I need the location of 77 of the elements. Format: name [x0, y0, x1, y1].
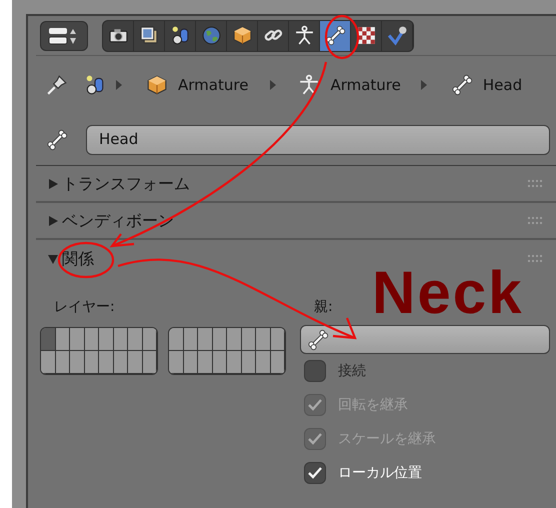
layer-toggle[interactable]: [212, 351, 227, 374]
layer-toggle[interactable]: [41, 328, 56, 351]
layer-toggle[interactable]: [56, 328, 70, 351]
panel-header[interactable]: トランスフォーム: [36, 166, 556, 203]
breadcrumb-label: Head: [482, 74, 522, 96]
layer-toggle[interactable]: [99, 351, 114, 374]
properties-tab[interactable]: [320, 20, 351, 50]
layer-toggle[interactable]: [198, 351, 212, 374]
layer-toggle[interactable]: [256, 351, 270, 374]
bone-name-field[interactable]: Head: [86, 124, 550, 154]
editor-type-dropdown[interactable]: [40, 20, 88, 50]
layer-toggle[interactable]: [184, 328, 198, 351]
spheres-icon: [84, 74, 106, 96]
layer-toggle[interactable]: [99, 328, 114, 351]
checkmark-ball-icon: [386, 25, 408, 46]
checkerboard-icon: [356, 25, 376, 46]
figure-icon: [298, 74, 320, 96]
drag-grip-icon[interactable]: [528, 254, 544, 262]
checkbox-label: 接続: [338, 362, 366, 380]
layer-toggle[interactable]: [169, 351, 184, 374]
layer-toggle[interactable]: [184, 351, 198, 374]
layer-toggle[interactable]: [128, 351, 142, 374]
layer-toggle[interactable]: [114, 351, 128, 374]
bone-icon: [324, 25, 346, 46]
layer-toggle[interactable]: [70, 328, 84, 351]
layer-toggle[interactable]: [270, 328, 285, 351]
bone-icon: [46, 128, 68, 150]
parent-bone-field[interactable]: [300, 325, 550, 354]
layer-toggle[interactable]: [198, 328, 212, 351]
layer-toggle[interactable]: [227, 351, 242, 374]
layer-toggle[interactable]: [270, 351, 285, 374]
layer-toggle[interactable]: [70, 351, 84, 374]
checkbox[interactable]: [304, 360, 326, 382]
bone-icon: [307, 328, 329, 350]
breadcrumb-label: Armature: [330, 74, 401, 96]
layer-toggle[interactable]: [56, 351, 70, 374]
layer-toggle[interactable]: [227, 328, 242, 351]
layer-toggle[interactable]: [84, 328, 99, 351]
checkbox[interactable]: [304, 462, 326, 484]
layer-toggle[interactable]: [114, 328, 128, 351]
layers-label: レイヤー:: [53, 298, 116, 317]
layer-toggle[interactable]: [242, 351, 256, 374]
checkbox-label: ローカル位置: [338, 464, 422, 482]
chevron-icon: [270, 80, 276, 90]
pictures-icon: [138, 25, 160, 46]
panel-title: 関係: [62, 248, 94, 270]
checkmark-icon: [307, 432, 323, 446]
layer-toggle[interactable]: [169, 328, 184, 351]
layer-toggle[interactable]: [242, 328, 256, 351]
pin-icon[interactable]: [46, 74, 68, 96]
breadcrumb-label: Armature: [178, 74, 248, 96]
bone-icon: [450, 74, 473, 96]
handwritten-note: Neck: [372, 258, 524, 328]
parent-label: 親:: [313, 298, 334, 317]
figure-icon: [294, 25, 314, 46]
layer-toggle[interactable]: [256, 328, 270, 351]
layer-toggle[interactable]: [84, 351, 99, 374]
checkmark-icon: [307, 398, 323, 412]
spheres-icon: [170, 25, 190, 46]
globe-icon: [200, 25, 222, 46]
cube-icon: [146, 74, 168, 96]
chevron-icon: [420, 80, 427, 90]
collapsed-triangle-icon: [48, 216, 58, 226]
checkmark-icon: [307, 466, 323, 480]
layer-toggle[interactable]: [128, 328, 142, 351]
layer-toggle[interactable]: [142, 328, 157, 351]
chevron-icon: [116, 80, 122, 90]
collapsed-triangle-icon: [48, 178, 58, 188]
cube-icon: [232, 25, 252, 46]
field-value: Head: [99, 129, 138, 150]
panel-title: トランスフォーム: [62, 172, 190, 194]
drag-grip-icon[interactable]: [528, 216, 544, 224]
layer-toggle[interactable]: [41, 351, 56, 374]
layer-toggle[interactable]: [212, 328, 227, 351]
drag-grip-icon[interactable]: [528, 180, 544, 188]
layer-toggle[interactable]: [142, 351, 157, 374]
expanded-triangle-icon: [48, 254, 58, 264]
